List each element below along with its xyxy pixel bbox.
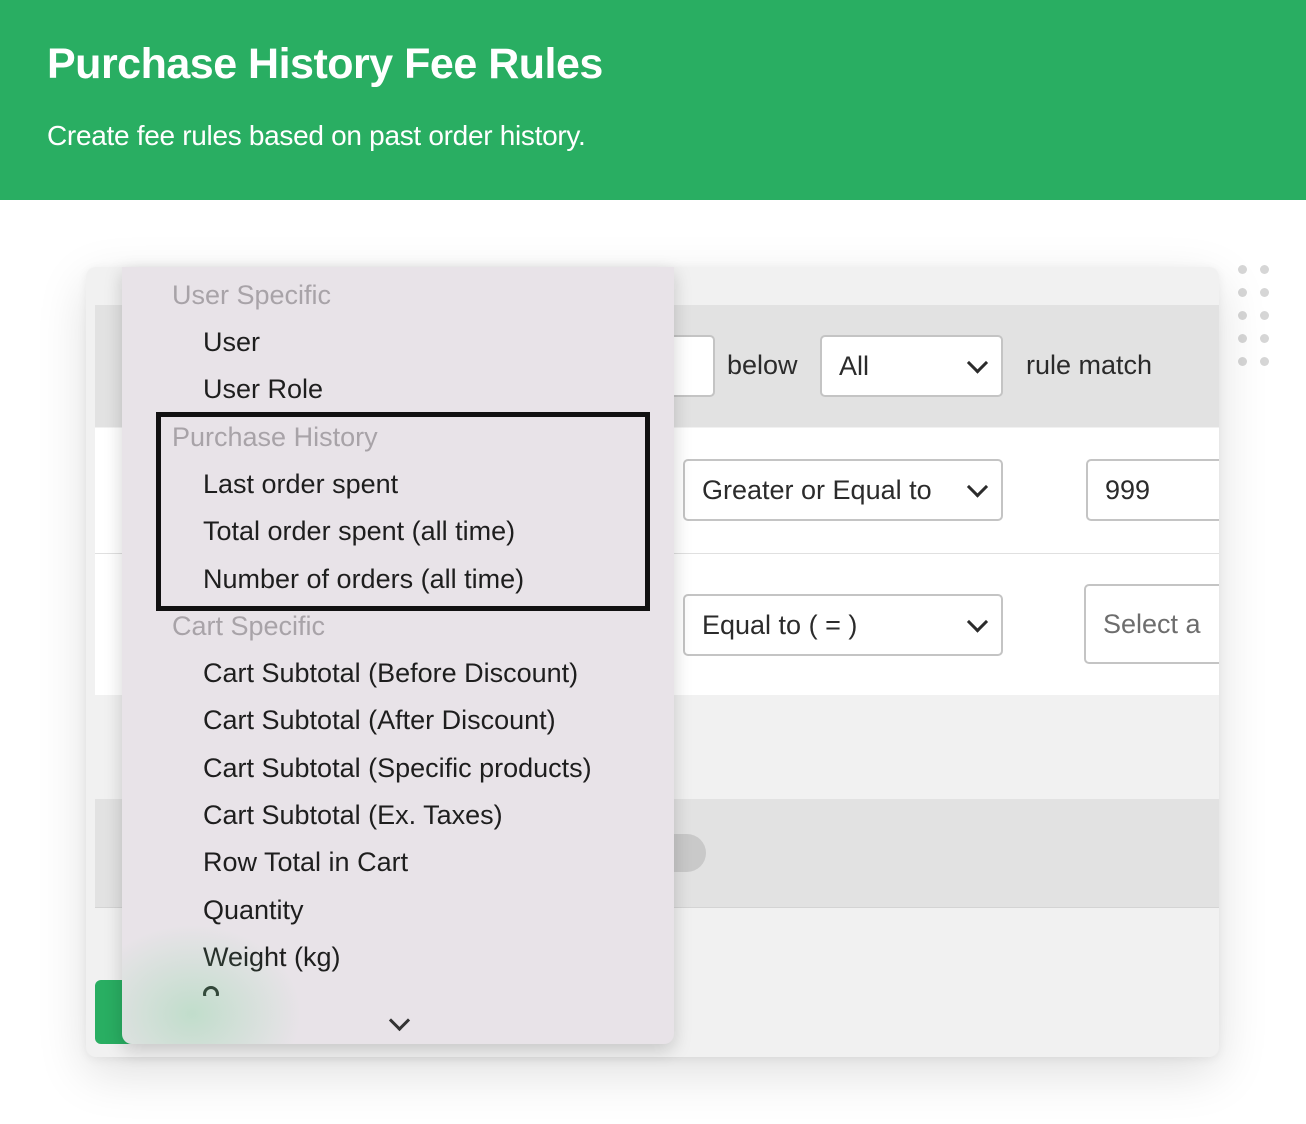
value-input[interactable]: 999 [1086,459,1219,521]
chevron-down-icon [966,476,989,498]
operator-select-value: Greater or Equal to [702,474,932,505]
rule-match-label: rule match [1026,350,1153,380]
value-select[interactable]: Select a [1084,584,1219,664]
dropdown-item-cart-subtotal-ex-taxes[interactable]: Cart Subtotal (Ex. Taxes) [203,800,503,831]
scroll-down-icon[interactable] [388,1009,411,1032]
page-header: Purchase History Fee Rules Create fee ru… [0,0,1306,200]
chevron-down-icon [966,611,989,633]
dropdown-item-user-role[interactable]: User Role [203,374,323,405]
value-input-text: 999 [1105,474,1151,505]
dropdown-item-partial [203,986,225,996]
dropdown-item-weight[interactable]: Weight (kg) [203,942,341,973]
page-title: Purchase History Fee Rules [47,40,603,88]
dots-grid-icon [1238,265,1270,369]
match-select-value: All [839,350,870,381]
operator-select[interactable]: Equal to ( = ) [683,594,1003,656]
page-subtitle: Create fee rules based on past order his… [47,120,586,151]
operator-select[interactable]: Greater or Equal to [683,459,1003,521]
condition-type-dropdown[interactable]: User Specific User User Role Purchase Hi… [122,267,674,1044]
value-select-placeholder: Select a [1103,608,1201,639]
chevron-down-icon [966,352,989,374]
dropdown-item-quantity[interactable]: Quantity [203,895,304,926]
purchase-history-highlight [156,412,650,611]
dropdown-item-cart-subtotal-after-discount[interactable]: Cart Subtotal (After Discount) [203,705,556,736]
dropdown-item-row-total-in-cart[interactable]: Row Total in Cart [203,847,408,878]
dropdown-item-cart-subtotal-before-discount[interactable]: Cart Subtotal (Before Discount) [203,658,578,689]
dropdown-item-user[interactable]: User [203,327,260,358]
dropdown-item-cart-subtotal-specific-products[interactable]: Cart Subtotal (Specific products) [203,753,592,784]
dropdown-group-cart-specific: Cart Specific [172,611,326,641]
operator-select-value: Equal to ( = ) [702,609,858,640]
match-select[interactable]: All [820,335,1003,397]
below-label: below [727,350,798,380]
dropdown-group-user-specific: User Specific [172,280,332,310]
